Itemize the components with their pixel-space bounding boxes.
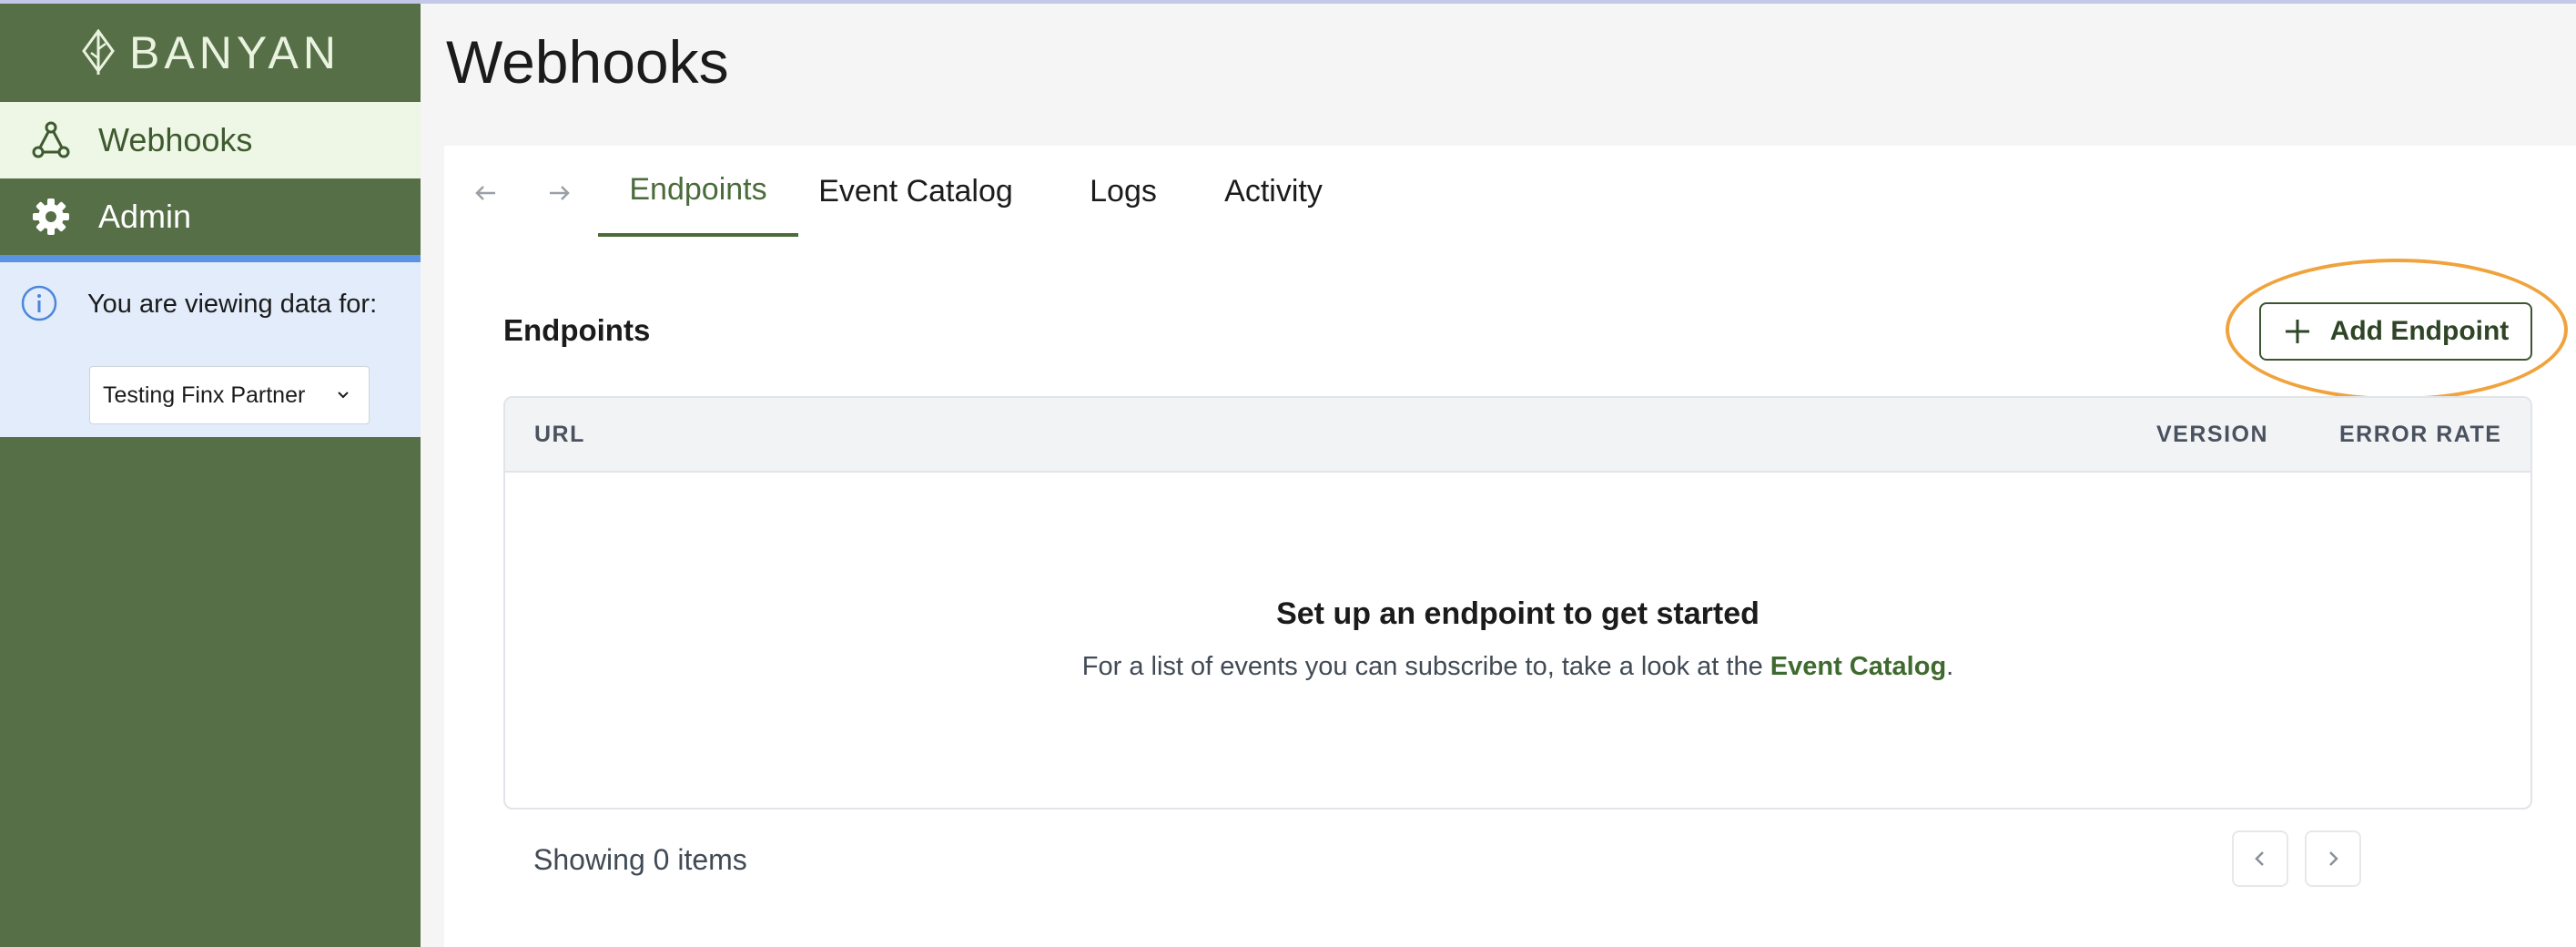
sidebar: BANYAN Webhooks Admin You are viewing da… [0, 4, 421, 947]
sidebar-item-admin[interactable]: Admin [0, 178, 421, 255]
tab-logs[interactable]: Logs [1078, 146, 1169, 237]
account-select[interactable]: Testing Finx Partner [89, 366, 370, 424]
endpoints-table: URL VERSION ERROR RATE Set up an endpoin… [503, 396, 2532, 810]
chevron-down-icon [338, 392, 349, 399]
next-page-button[interactable] [2305, 830, 2361, 887]
add-endpoint-label: Add Endpoint [2329, 316, 2510, 346]
page-title: Webhooks [446, 28, 729, 96]
webhooks-card: Endpoints Event Catalog Logs Activity En… [444, 146, 2576, 947]
item-count: Showing 0 items [533, 843, 747, 876]
sidebar-item-label: Webhooks [98, 121, 253, 158]
column-header-error-rate[interactable]: ERROR RATE [2339, 398, 2501, 471]
empty-state-period: . [1946, 652, 1954, 681]
brand-name: BANYAN [129, 27, 340, 78]
chevron-left-icon [2255, 851, 2264, 866]
section-title: Endpoints [503, 313, 651, 347]
empty-state-title: Set up an endpoint to get started [1276, 596, 1760, 631]
tab-endpoints[interactable]: Endpoints [598, 146, 798, 237]
back-arrow-icon[interactable] [468, 175, 504, 211]
forward-arrow-icon[interactable] [541, 175, 577, 211]
chevron-right-icon [2329, 851, 2338, 866]
empty-state-description: For a list of events you can subscribe t… [505, 652, 2530, 682]
add-endpoint-button[interactable]: Add Endpoint [2259, 302, 2532, 361]
account-info-panel: You are viewing data for: Testing Finx P… [0, 255, 421, 437]
gear-icon [31, 197, 71, 237]
previous-page-button[interactable] [2232, 830, 2288, 887]
empty-state-text: For a list of events you can subscribe t… [1081, 652, 1770, 681]
tab-bar: Endpoints Event Catalog Logs Activity [444, 146, 2576, 237]
viewing-data-text: You are viewing data for: [87, 290, 378, 319]
sidebar-item-label: Admin [98, 198, 192, 235]
plus-icon [2285, 320, 2309, 343]
column-header-version[interactable]: VERSION [2156, 398, 2268, 471]
event-catalog-link[interactable]: Event Catalog [1770, 652, 1946, 681]
sidebar-item-webhooks[interactable]: Webhooks [0, 102, 421, 178]
tab-activity[interactable]: Activity [1205, 146, 1342, 237]
tab-event-catalog[interactable]: Event Catalog [808, 146, 1023, 237]
column-header-url[interactable]: URL [534, 398, 585, 471]
empty-state: Set up an endpoint to get started For a … [505, 596, 2530, 682]
account-select-value: Testing Finx Partner [103, 382, 306, 408]
table-header: URL VERSION ERROR RATE [505, 398, 2530, 473]
leaf-logo-icon [82, 29, 115, 75]
brand[interactable]: BANYAN [0, 4, 421, 102]
info-icon [21, 285, 57, 321]
webhook-icon [31, 120, 71, 160]
